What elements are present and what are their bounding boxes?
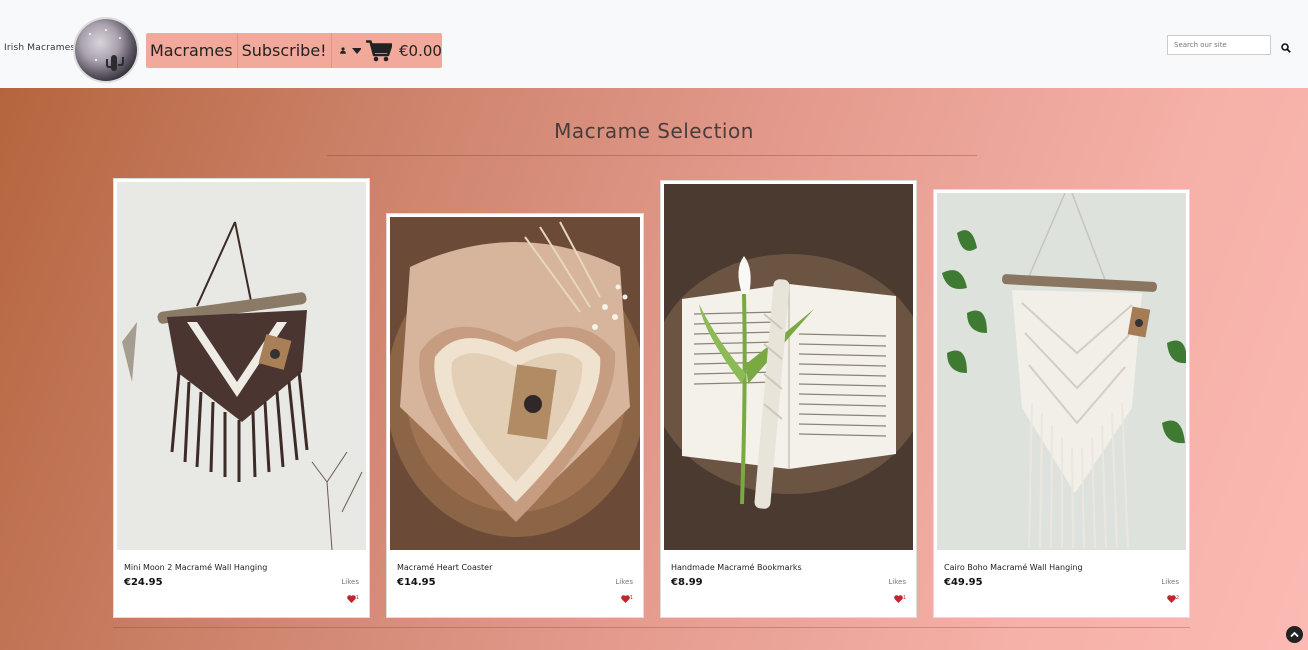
shopping-cart-icon xyxy=(366,39,392,61)
nav-button-group: Macrames Subscribe! xyxy=(146,33,370,68)
product-name[interactable]: Handmade Macramé Bookmarks xyxy=(671,563,802,572)
likes-label: Likes xyxy=(615,578,633,586)
divider xyxy=(327,155,977,156)
section-title: Macrame Selection xyxy=(554,119,754,143)
likes-label: Likes xyxy=(888,578,906,586)
likes-label: Likes xyxy=(341,578,359,586)
product-card[interactable]: Mini Moon 2 Macramé Wall Hanging €24.95 … xyxy=(113,178,370,618)
chevron-up-circle-icon xyxy=(1290,631,1299,638)
product-image[interactable] xyxy=(937,193,1186,550)
product-price: €24.95 xyxy=(124,577,163,588)
heart-icon xyxy=(346,595,356,603)
search-icon xyxy=(1281,43,1291,53)
nav-subscribe-button[interactable]: Subscribe! xyxy=(238,33,332,68)
search-input[interactable] xyxy=(1167,35,1271,55)
product-price: €8.99 xyxy=(671,577,703,588)
product-card[interactable]: Macramé Heart Coaster €14.95 Likes 1 xyxy=(386,213,644,618)
brand-logo[interactable] xyxy=(75,19,137,81)
product-name[interactable]: Macramé Heart Coaster xyxy=(397,563,492,572)
user-icon xyxy=(339,47,346,54)
like-count: 2 xyxy=(1175,595,1179,601)
divider xyxy=(113,627,1190,628)
heart-icon xyxy=(1166,595,1176,603)
product-image[interactable] xyxy=(117,182,366,550)
product-card[interactable]: Cairo Boho Macramé Wall Hanging €49.95 L… xyxy=(933,189,1190,618)
product-name[interactable]: Mini Moon 2 Macramé Wall Hanging xyxy=(124,563,267,572)
navbar: Irish Macrames Macrames Subscribe! €0.00 xyxy=(0,0,1308,88)
like-button[interactable]: 1 xyxy=(346,595,359,603)
product-image[interactable] xyxy=(664,184,913,550)
cart-total: €0.00 xyxy=(399,41,442,60)
product-info: Handmade Macramé Bookmarks €8.99 Likes 1 xyxy=(661,551,916,617)
product-info: Cairo Boho Macramé Wall Hanging €49.95 L… xyxy=(934,551,1189,617)
product-card[interactable]: Handmade Macramé Bookmarks €8.99 Likes 1 xyxy=(660,180,917,618)
scroll-to-top-button[interactable] xyxy=(1286,626,1303,643)
product-price: €14.95 xyxy=(397,577,436,588)
like-count: 1 xyxy=(902,595,906,601)
likes-label: Likes xyxy=(1161,578,1179,586)
heart-icon xyxy=(620,595,630,603)
product-image[interactable] xyxy=(390,217,640,550)
product-name[interactable]: Cairo Boho Macramé Wall Hanging xyxy=(944,563,1083,572)
search-button[interactable] xyxy=(1281,38,1293,53)
like-count: 1 xyxy=(355,595,359,601)
like-button[interactable]: 1 xyxy=(893,595,906,603)
heart-icon xyxy=(893,595,903,603)
like-count: 1 xyxy=(629,595,633,601)
like-button[interactable]: 2 xyxy=(1166,595,1179,603)
product-price: €49.95 xyxy=(944,577,983,588)
product-info: Mini Moon 2 Macramé Wall Hanging €24.95 … xyxy=(114,551,369,617)
like-button[interactable]: 1 xyxy=(620,595,633,603)
cactus-icon xyxy=(106,55,124,71)
product-section: Macrame Selection Mini Moon 2 Macramé Wa… xyxy=(0,88,1308,650)
brand-name[interactable]: Irish Macrames xyxy=(4,43,75,53)
nav-macrames-button[interactable]: Macrames xyxy=(146,33,238,68)
product-info: Macramé Heart Coaster €14.95 Likes 1 xyxy=(387,551,643,617)
cart-button[interactable]: €0.00 xyxy=(361,33,442,68)
